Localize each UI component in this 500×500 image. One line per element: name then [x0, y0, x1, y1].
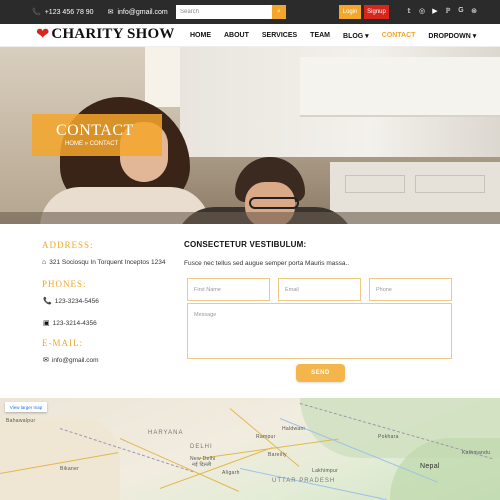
nav-item-about[interactable]: ABOUT: [224, 32, 249, 40]
search-icon: ⌕: [277, 8, 281, 15]
form-description: Fusce nec tellus sed augue semper porta …: [184, 260, 350, 267]
phones-label: PHONES:: [42, 279, 87, 289]
first-name-field[interactable]: First Name: [187, 278, 270, 301]
map-label-pokhara: Pokhara: [378, 434, 399, 440]
nav-item-blog[interactable]: BLOG ▾: [343, 32, 369, 40]
top-contact: 📞 +123 456 78 90 ✉ info@gmail.com: [32, 8, 168, 17]
phone-1-text: 123-3234-5456: [54, 297, 99, 305]
map-label-kathmandu: Kathmandu: [462, 450, 491, 456]
email-line: ✉ info@gmail.com: [43, 356, 99, 365]
page-banner: CONTACT HOME » CONTACT: [32, 114, 162, 156]
map-label-bikaner: Bikaner: [60, 466, 80, 472]
map-label-delhi: DELHI: [190, 444, 213, 450]
nav-item-home[interactable]: HOME: [190, 32, 211, 40]
page-title: CONTACT: [56, 122, 134, 139]
phone-icon: 📞: [43, 298, 52, 305]
map-label-aligarh: Aligarh: [222, 470, 240, 476]
search-input[interactable]: [176, 5, 272, 19]
email-label: E-MAIL:: [42, 338, 83, 348]
map-label-haryana: HARYANA: [148, 430, 184, 436]
signup-button[interactable]: Signup: [364, 5, 389, 19]
youtube-icon[interactable]: ▶: [431, 7, 439, 15]
view-larger-map-link[interactable]: View larger map: [5, 402, 47, 412]
home-icon: ⌂: [42, 259, 47, 266]
breadcrumb[interactable]: HOME » CONTACT: [65, 141, 118, 147]
nav-item-contact[interactable]: CONTACT: [382, 32, 416, 40]
envelope-icon: ✉: [107, 9, 114, 16]
map-label-new-delhi-hindi: नई दिल्ली: [192, 462, 212, 468]
twitter-icon[interactable]: 𝕥: [405, 7, 413, 15]
google-icon[interactable]: G: [457, 7, 465, 15]
map-label-rampur: Rampur: [256, 434, 276, 440]
map-label-bahawalpur: Bahawalpur: [6, 418, 36, 424]
address-label: ADDRESS:: [42, 240, 94, 250]
top-bar: 📞 +123 456 78 90 ✉ info@gmail.com ⌕ Logi…: [0, 0, 500, 24]
email-text[interactable]: info@gmail.com: [52, 357, 99, 364]
logo[interactable]: ❤ CHARITY SHOW: [36, 26, 175, 43]
map-label-bareilly: Bareilly: [268, 452, 287, 458]
phone-field[interactable]: Phone: [369, 278, 452, 301]
email-field[interactable]: Email: [278, 278, 361, 301]
search-box: ⌕: [176, 5, 286, 19]
nav-menu: HOME ABOUT SERVICES TEAM BLOG ▾ CONTACT …: [190, 32, 489, 40]
login-button[interactable]: Login: [339, 5, 361, 19]
instagram-icon[interactable]: ◎: [418, 7, 426, 15]
top-email[interactable]: info@gmail.com: [117, 9, 167, 16]
dribbble-icon[interactable]: ⊛: [470, 7, 478, 15]
map-label-lakhimpur: Lakhimpur: [312, 468, 339, 474]
send-button[interactable]: SEND: [296, 364, 345, 382]
embedded-map[interactable]: View larger map HARYANA DELHI New Delhi …: [0, 398, 500, 500]
map-label-nepal: Nepal: [420, 463, 440, 470]
search-button[interactable]: ⌕: [272, 5, 286, 19]
phone-2-text: 123-3214-4356: [52, 319, 97, 327]
envelope-icon: ✉: [43, 357, 49, 364]
nav-item-team[interactable]: TEAM: [310, 32, 330, 40]
phone-icon: 📞: [32, 9, 41, 16]
top-phone: +123 456 78 90: [44, 8, 94, 16]
nav-item-dropdown[interactable]: DROPDOWN ▾: [428, 32, 476, 40]
nav-item-services[interactable]: SERVICES: [262, 32, 297, 40]
heart-icon: ❤: [36, 25, 50, 43]
pinterest-icon[interactable]: ℙ: [444, 7, 452, 15]
address-text: 321 Sociosqu In Torquent Inceptos 1234: [49, 259, 166, 266]
map-label-uttar-pradesh: UTTAR PRADESH: [272, 478, 336, 484]
phone-line-1: 📞 123-3234-5456: [43, 297, 99, 306]
phone-line-2: ▣ 123-3214-4356: [43, 319, 97, 328]
address-line: ⌂ 321 Sociosqu In Torquent Inceptos 1234: [42, 259, 165, 266]
map-label-haldwani: Haldwani: [282, 426, 305, 432]
fax-icon: ▣: [43, 320, 50, 327]
message-field[interactable]: Message: [187, 303, 452, 359]
brand-name: CHARITY SHOW: [51, 26, 175, 42]
social-links: 𝕥 ◎ ▶ ℙ G ⊛: [405, 7, 478, 15]
form-heading: CONSECTETUR VESTIBULUM:: [184, 240, 307, 249]
